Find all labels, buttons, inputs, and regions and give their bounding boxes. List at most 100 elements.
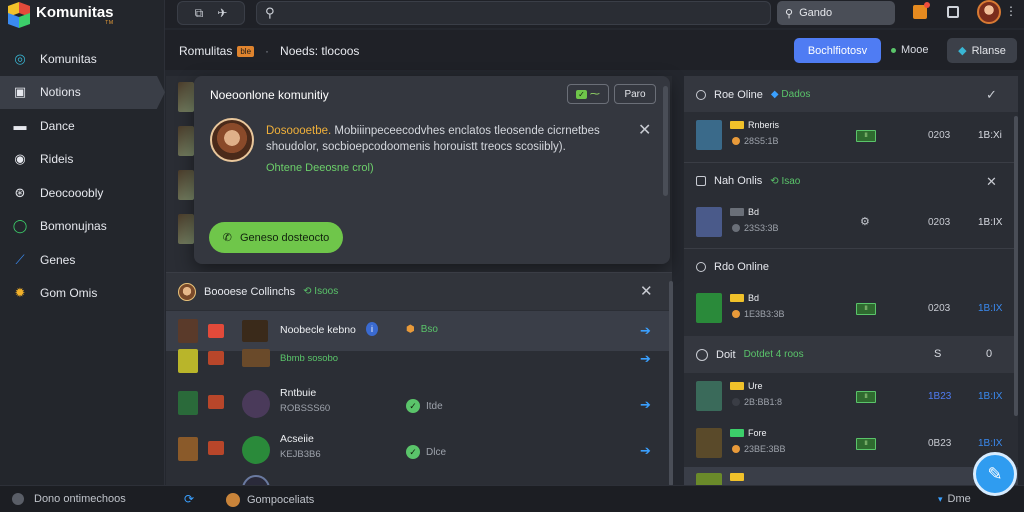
status-badge: II bbox=[856, 438, 876, 450]
player-value: 0B23 bbox=[928, 438, 952, 449]
notification-icon[interactable] bbox=[913, 2, 930, 19]
player-tag: Rnberis bbox=[730, 120, 779, 130]
popup-status-pill[interactable]: ✓ ⁓ bbox=[567, 84, 609, 104]
sidebar-item-bomonujnas[interactable]: ◯ Bomonujnas bbox=[0, 210, 165, 244]
friend-sub: KEJB3B6 bbox=[280, 449, 321, 460]
page-title: Noeds: tlocoos bbox=[280, 44, 360, 58]
connection-status[interactable]: Dono ontimechoos bbox=[12, 493, 126, 505]
chat-bubble-icon[interactable]: ✎ bbox=[973, 452, 1017, 496]
info-icon[interactable]: i bbox=[366, 322, 378, 336]
popup-title: Noeoonlone komunitiy bbox=[210, 88, 329, 102]
group-header[interactable]: Doit Dotdet 4 roos S 0 bbox=[684, 336, 1018, 373]
player-row[interactable]: Ure 2B:BB1:8 II 1B23 1B:IX bbox=[684, 373, 1018, 419]
sidebar-item-rideis[interactable]: ◉ Rideis bbox=[0, 143, 165, 177]
online-toggle[interactable]: Dme bbox=[938, 493, 971, 505]
player-tag bbox=[730, 473, 744, 481]
player-name: Ure bbox=[748, 381, 763, 391]
friends-card-header: Boooese Collinchs ⟲ Isoos ✕ bbox=[166, 273, 672, 310]
call-button[interactable]: ✆ Geneso dosteocto bbox=[209, 222, 343, 253]
friends-card: Boooese Collinchs ⟲ Isoos ✕ Noobecle keb… bbox=[166, 272, 673, 486]
friend-row[interactable]: Acseiie KEJB3B6 ✓ Dlce ➔ bbox=[166, 427, 672, 473]
close-icon[interactable]: ✕ bbox=[638, 120, 651, 140]
pin-icon[interactable]: ✈ bbox=[217, 6, 227, 20]
tag-icon: ◆ bbox=[958, 45, 967, 57]
player-row[interactable] bbox=[684, 467, 1018, 485]
breadcrumb-separator: · bbox=[265, 44, 270, 58]
friend-row[interactable]: Bbmb sosobo ➔ bbox=[166, 343, 672, 383]
settings-icon[interactable]: ⚙ bbox=[860, 215, 870, 228]
app-logo[interactable]: Komunitas TM bbox=[8, 1, 114, 29]
scrollbar[interactable] bbox=[1014, 116, 1018, 416]
group-header[interactable]: Roe Oline ◆ Dados ✓ bbox=[684, 76, 1018, 113]
player-sub: 2B:BB1:8 bbox=[732, 397, 782, 407]
player-sub-text: 23BE:3BB bbox=[744, 444, 786, 454]
popup-pause-button[interactable]: Paro bbox=[614, 84, 656, 104]
group-header[interactable]: Rdo Online bbox=[684, 248, 1018, 285]
ring-icon bbox=[696, 89, 706, 100]
friend-status: ⬢ Bso bbox=[406, 324, 438, 335]
group-title: Roe Oline bbox=[714, 88, 763, 101]
scrollbar[interactable] bbox=[663, 86, 668, 196]
player-row[interactable]: Bd 1E3B3:3B II 0203 1B:IX bbox=[684, 285, 1018, 331]
popup-avatar bbox=[210, 118, 254, 162]
avatar bbox=[242, 436, 270, 464]
apps-grid-icon[interactable] bbox=[947, 6, 959, 18]
coin-icon bbox=[732, 398, 740, 406]
phone-icon: ✆ bbox=[222, 232, 232, 244]
hero-thumbnail bbox=[696, 473, 722, 485]
player-row[interactable]: Fore 23BE:3BB II 0B23 1B:IX bbox=[684, 420, 1018, 466]
primary-action-button[interactable]: Bochlfiotosv bbox=[794, 38, 881, 63]
mode-label-text: Mooe bbox=[901, 44, 929, 56]
check-circle-icon: ✓ bbox=[406, 445, 420, 459]
sidebar-item-komunitas[interactable]: ◎ Komunitas bbox=[0, 42, 165, 76]
player-row[interactable]: Bd 23S3:3B ⚙ 0203 1B:IX bbox=[684, 199, 1018, 245]
player-sub-text: 2B:BB1:8 bbox=[744, 397, 783, 407]
friend-row[interactable]: Rntbuie ROBSSS60 ✓ Itde ➔ bbox=[166, 381, 672, 427]
status-bar: Dono ontimechoos ⟳ Gompoceliats Dme bbox=[0, 485, 1024, 512]
popup-online-status: Ohtene Deeosne crol) bbox=[266, 162, 374, 174]
close-icon[interactable]: ✕ bbox=[640, 282, 653, 300]
competition-status[interactable]: Gompoceliats bbox=[226, 493, 314, 507]
briefcase-icon: ▣ bbox=[13, 84, 27, 100]
player-time: 1B:IX bbox=[978, 217, 1003, 228]
top-bar: ⧉ ✈ ⚲ ⚲ Gando ⋮ bbox=[165, 0, 1024, 28]
sun-icon: ✹ bbox=[14, 285, 26, 301]
player-name: Rnberis bbox=[748, 120, 780, 130]
copy-icon[interactable]: ⧉ bbox=[195, 6, 204, 21]
popup-message: Dosoooetbe. Mobiiinpeceecodvhes enclatos… bbox=[266, 123, 606, 155]
mode-label[interactable]: Mooe bbox=[891, 44, 929, 56]
scrollbar[interactable] bbox=[669, 281, 673, 486]
sidebar-item-label: Rideis bbox=[40, 152, 74, 167]
arrow-right-icon[interactable]: ➔ bbox=[640, 397, 651, 413]
player-sub: 23S3:3B bbox=[732, 223, 779, 233]
check-icon[interactable]: ✓ bbox=[986, 87, 997, 103]
sidebar-item-genes[interactable]: ⟋ Genes bbox=[0, 243, 165, 277]
close-icon[interactable]: ✕ bbox=[986, 174, 997, 190]
sidebar-item-label: Komunitas bbox=[40, 51, 97, 66]
player-row[interactable]: Rnberis 28S5:1B II 0203 1B:Xi bbox=[684, 112, 1018, 158]
arrow-right-icon[interactable]: ➔ bbox=[640, 443, 651, 459]
breadcrumb-title[interactable]: Romulitas bbox=[179, 44, 232, 58]
group-header[interactable]: Nah Onlis ⟲ Isao ✕ bbox=[684, 162, 1018, 199]
card-icon: ▬ bbox=[13, 118, 27, 134]
player-tag: Bd bbox=[730, 207, 759, 217]
globe-icon: ◎ bbox=[14, 50, 26, 66]
sidebar-item-deocooobly[interactable]: ⊛ Deocooobly bbox=[0, 176, 165, 210]
sidebar-item-dance[interactable]: ▬ Dance bbox=[0, 109, 165, 143]
secondary-action-button[interactable]: ◆ Rlanse bbox=[947, 38, 1017, 63]
sidebar-item-notions[interactable]: ▣ Notions bbox=[0, 75, 165, 109]
friend-name: Rntbuie bbox=[280, 387, 317, 399]
search-icon: ⚲ bbox=[265, 5, 275, 20]
global-search-button[interactable]: ⚲ Gando bbox=[777, 1, 895, 25]
chart-icon: ⟋ bbox=[15, 251, 25, 267]
search-input[interactable]: ⚲ bbox=[256, 1, 771, 25]
sidebar-item-gom-omis[interactable]: ✹ Gom Omis bbox=[0, 277, 165, 311]
friend-status: ✓ Dlce bbox=[406, 445, 446, 459]
square-icon bbox=[696, 176, 706, 186]
arrow-right-icon[interactable]: ➔ bbox=[640, 351, 651, 367]
user-avatar[interactable] bbox=[977, 0, 1001, 24]
player-sub-text: 1E3B3:3B bbox=[744, 309, 785, 319]
sync-icon[interactable]: ⟳ bbox=[184, 492, 194, 506]
more-icon[interactable]: ⋮ bbox=[1005, 4, 1017, 18]
arrow-right-icon[interactable]: ➔ bbox=[640, 323, 651, 339]
